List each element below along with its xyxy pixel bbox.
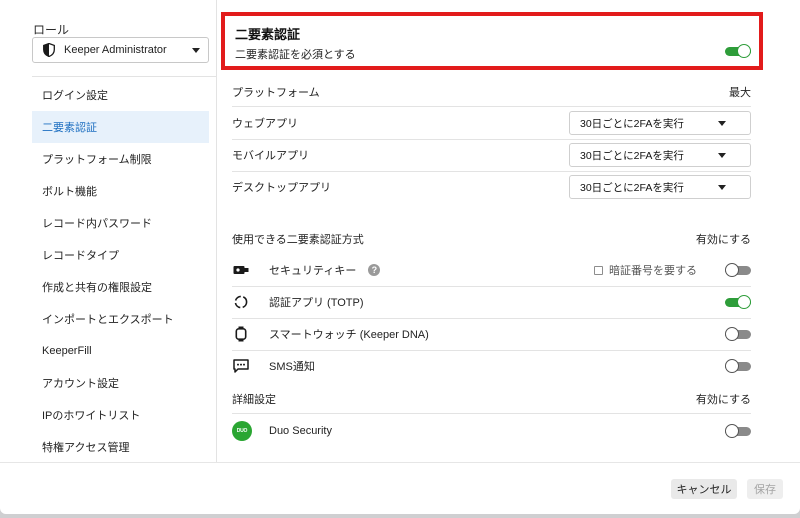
divider bbox=[232, 286, 751, 287]
require-pin-label: 暗証番号を要する bbox=[609, 265, 697, 277]
totp-toggle[interactable] bbox=[725, 295, 751, 309]
divider bbox=[232, 106, 751, 107]
advanced-row-duo: DUO Duo Security bbox=[232, 420, 751, 442]
require-pin-checkbox[interactable] bbox=[594, 265, 603, 275]
chevron-down-icon bbox=[718, 120, 726, 126]
sidebar-item-privileged-access[interactable]: 特権アクセス管理 bbox=[32, 431, 209, 463]
platform-frequency-select[interactable]: 30日ごとに2FAを実行 bbox=[569, 111, 751, 135]
sidebar-item-account-settings[interactable]: アカウント設定 bbox=[32, 367, 209, 399]
toggle-knob bbox=[737, 44, 751, 58]
method-row-sms: SMS通知 bbox=[232, 356, 751, 376]
divider bbox=[232, 318, 751, 319]
save-button[interactable]: 保存 bbox=[747, 479, 783, 499]
sidebar-item-two-factor[interactable]: 二要素認証 bbox=[32, 111, 209, 143]
require-2fa-toggle[interactable] bbox=[725, 44, 751, 58]
duo-logo-icon: DUO bbox=[232, 421, 252, 441]
cancel-button[interactable]: キャンセル bbox=[671, 479, 737, 499]
platform-frequency-select[interactable]: 30日ごとに2FAを実行 bbox=[569, 175, 751, 199]
platform-row-desktop: デスクトップアプリ 30日ごとに2FAを実行 bbox=[232, 174, 751, 200]
platform-label: モバイルアプリ bbox=[232, 150, 309, 162]
footer-divider bbox=[0, 462, 800, 463]
duo-toggle[interactable] bbox=[725, 424, 751, 438]
role-label: ロール bbox=[33, 23, 70, 37]
main-panel: 二要素認証 二要素認証を必須とする プラットフォーム 最大 ウェブアプリ 30日… bbox=[217, 0, 800, 462]
method-label: SMS通知 bbox=[269, 361, 315, 373]
section-title: 二要素認証 bbox=[235, 27, 301, 42]
methods-header: 使用できる二要素認証方式 bbox=[232, 234, 364, 246]
sms-toggle[interactable] bbox=[725, 359, 751, 373]
method-label: セキュリティキー bbox=[269, 265, 357, 277]
enable-header: 有効にする bbox=[695, 234, 751, 246]
sidebar-item-record-passwords[interactable]: レコード内パスワード bbox=[32, 207, 209, 239]
toggle-knob bbox=[725, 424, 739, 438]
role-select[interactable]: Keeper Administrator bbox=[32, 37, 209, 63]
platforms-header-row: プラットフォーム 最大 bbox=[232, 84, 751, 100]
security-key-toggle[interactable] bbox=[725, 263, 751, 277]
sidebar-item-vault-features[interactable]: ボルト機能 bbox=[32, 175, 209, 207]
platform-frequency-select[interactable]: 30日ごとに2FAを実行 bbox=[569, 143, 751, 167]
two-factor-section: 二要素認証 二要素認証を必須とする bbox=[221, 12, 763, 70]
sidebar-item-platform-restrictions[interactable]: プラットフォーム制限 bbox=[32, 143, 209, 175]
sidebar-divider bbox=[32, 76, 216, 77]
smartwatch-toggle[interactable] bbox=[725, 327, 751, 341]
platform-row-web: ウェブアプリ 30日ごとに2FAを実行 bbox=[232, 110, 751, 136]
max-header: 最大 bbox=[729, 87, 751, 99]
sms-icon bbox=[232, 357, 250, 375]
chevron-down-icon bbox=[718, 152, 726, 158]
toggle-knob bbox=[725, 263, 739, 277]
platforms-header: プラットフォーム bbox=[232, 87, 320, 99]
sidebar: ロール Keeper Administrator ログイン設定 二要素認証 プラ… bbox=[0, 0, 216, 462]
role-select-value: Keeper Administrator bbox=[64, 44, 167, 56]
method-row-totp: 認証アプリ (TOTP) bbox=[232, 292, 751, 312]
divider bbox=[232, 171, 751, 172]
sidebar-item-record-types[interactable]: レコードタイプ bbox=[32, 239, 209, 271]
smartwatch-icon bbox=[232, 325, 250, 343]
shield-icon bbox=[43, 43, 55, 57]
select-value: 30日ごとに2FAを実行 bbox=[580, 149, 684, 162]
duo-logo-text: DUO bbox=[236, 428, 248, 434]
settings-nav: ログイン設定 二要素認証 プラットフォーム制限 ボルト機能 レコード内パスワード… bbox=[32, 79, 209, 463]
methods-header-row: 使用できる二要素認証方式 有効にする bbox=[232, 231, 751, 247]
toggle-knob bbox=[737, 295, 751, 309]
sidebar-item-import-export[interactable]: インポートとエクスポート bbox=[32, 303, 209, 335]
toggle-knob bbox=[725, 327, 739, 341]
require-pin-option[interactable]: 暗証番号を要する bbox=[594, 262, 697, 278]
select-value: 30日ごとに2FAを実行 bbox=[580, 117, 684, 130]
help-icon[interactable]: ? bbox=[368, 264, 381, 276]
divider bbox=[232, 350, 751, 351]
method-row-smartwatch: スマートウォッチ (Keeper DNA) bbox=[232, 324, 751, 344]
security-key-icon bbox=[232, 261, 250, 279]
sidebar-item-keeperfill[interactable]: KeeperFill bbox=[32, 335, 209, 367]
method-label: 認証アプリ (TOTP) bbox=[269, 297, 364, 309]
divider bbox=[232, 139, 751, 140]
sidebar-item-ip-allowlist[interactable]: IPのホワイトリスト bbox=[32, 399, 209, 431]
sidebar-item-create-share-permissions[interactable]: 作成と共有の権限設定 bbox=[32, 271, 209, 303]
method-row-security-key: セキュリティキー ? 暗証番号を要する bbox=[232, 260, 751, 280]
method-label: スマートウォッチ (Keeper DNA) bbox=[269, 329, 429, 341]
advanced-label: Duo Security bbox=[269, 425, 332, 437]
platform-label: デスクトップアプリ bbox=[232, 182, 331, 194]
platform-row-mobile: モバイルアプリ 30日ごとに2FAを実行 bbox=[232, 142, 751, 168]
divider bbox=[232, 413, 751, 414]
role-settings-window: ロール Keeper Administrator ログイン設定 二要素認証 プラ… bbox=[0, 0, 800, 514]
toggle-knob bbox=[725, 359, 739, 373]
authenticator-icon bbox=[232, 293, 250, 311]
advanced-header-row: 詳細設定 有効にする bbox=[232, 391, 751, 407]
enable-header: 有効にする bbox=[695, 394, 751, 406]
chevron-down-icon bbox=[192, 47, 200, 53]
chevron-down-icon bbox=[718, 184, 726, 190]
advanced-header: 詳細設定 bbox=[232, 394, 276, 406]
require-2fa-label: 二要素認証を必須とする bbox=[235, 49, 356, 61]
sidebar-item-login-settings[interactable]: ログイン設定 bbox=[32, 79, 209, 111]
select-value: 30日ごとに2FAを実行 bbox=[580, 181, 684, 194]
platform-label: ウェブアプリ bbox=[232, 118, 298, 130]
